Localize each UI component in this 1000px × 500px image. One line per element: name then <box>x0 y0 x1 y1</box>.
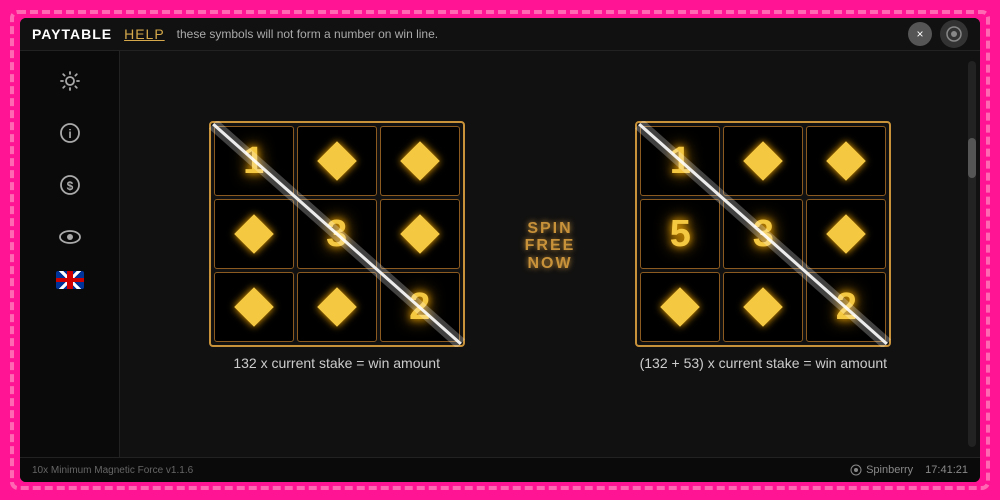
right-section: 1 5 <box>635 121 891 371</box>
diamond-icon <box>400 214 440 254</box>
dollar-icon[interactable]: $ <box>52 167 88 203</box>
diamond-icon <box>744 141 784 181</box>
cell-1-2 <box>380 199 460 269</box>
left-section: 1 <box>209 121 465 371</box>
sidebar: i $ <box>20 51 120 457</box>
cell-r0-2 <box>806 126 886 196</box>
diamond-icon <box>317 287 357 327</box>
game-container: PAYTABLE HELP these symbols will not for… <box>20 18 980 482</box>
cell-r1-2 <box>806 199 886 269</box>
cell-r2-1 <box>723 272 803 342</box>
right-formula: (132 + 53) x current stake = win amount <box>640 347 887 371</box>
cell-1-0 <box>214 199 294 269</box>
left-slot-grid: 1 <box>209 121 465 347</box>
info-icon[interactable]: i <box>52 115 88 151</box>
outer-border: PAYTABLE HELP these symbols will not for… <box>10 10 990 490</box>
cell-2-1 <box>297 272 377 342</box>
help-link[interactable]: HELP <box>124 26 165 42</box>
eye-icon[interactable] <box>52 219 88 255</box>
cell-2-0 <box>214 272 294 342</box>
svg-text:i: i <box>68 127 71 141</box>
bottom-bar: 10x Minimum Magnetic Force v1.1.6 Spinbe… <box>20 457 980 482</box>
cell-1-1: 3 <box>297 199 377 269</box>
time-label: 17:41:21 <box>925 464 968 476</box>
svg-text:$: $ <box>66 179 73 193</box>
top-bar: PAYTABLE HELP these symbols will not for… <box>20 18 980 51</box>
grids-row: 1 <box>209 121 892 371</box>
subtitle-text: these symbols will not form a number on … <box>177 27 968 41</box>
spinberry-logo: Spinberry <box>850 464 913 476</box>
version-label: 10x Minimum Magnetic Force v1.1.6 <box>32 465 193 476</box>
diamond-icon <box>234 214 274 254</box>
cell-0-0: 1 <box>214 126 294 196</box>
gear-icon[interactable] <box>52 63 88 99</box>
cell-0-1 <box>297 126 377 196</box>
diamond-icon <box>400 141 440 181</box>
paytable-label: PAYTABLE <box>32 26 112 42</box>
right-slot-grid: 1 5 <box>635 121 891 347</box>
cell-r1-0: 5 <box>640 199 720 269</box>
diamond-icon <box>317 141 357 181</box>
bottom-right: Spinberry 17:41:21 <box>850 464 968 476</box>
diamond-icon <box>744 287 784 327</box>
spin-free-now: SPIN FREE NOW <box>525 220 576 273</box>
main-content: i $ <box>20 51 980 457</box>
diamond-icon <box>827 214 867 254</box>
diamond-icon <box>827 141 867 181</box>
cell-0-2 <box>380 126 460 196</box>
cell-r0-1 <box>723 126 803 196</box>
diamond-icon <box>661 287 701 327</box>
close-button[interactable]: × <box>908 22 932 46</box>
left-formula: 132 x current stake = win amount <box>233 347 440 371</box>
right-grid-wrapper: 1 5 <box>635 121 891 347</box>
left-grid-wrapper: 1 <box>209 121 465 347</box>
scrollbar-thumb[interactable] <box>968 138 976 178</box>
cell-r0-0: 1 <box>640 126 720 196</box>
eye-button-top[interactable] <box>940 20 968 48</box>
cell-r2-0 <box>640 272 720 342</box>
center-content: 1 <box>120 51 980 457</box>
cell-r2-2: 2 <box>806 272 886 342</box>
cell-2-2: 2 <box>380 272 460 342</box>
diamond-icon <box>234 287 274 327</box>
cell-r1-1: 3 <box>723 199 803 269</box>
uk-flag-icon[interactable] <box>56 271 84 289</box>
scrollbar-track <box>968 61 976 447</box>
